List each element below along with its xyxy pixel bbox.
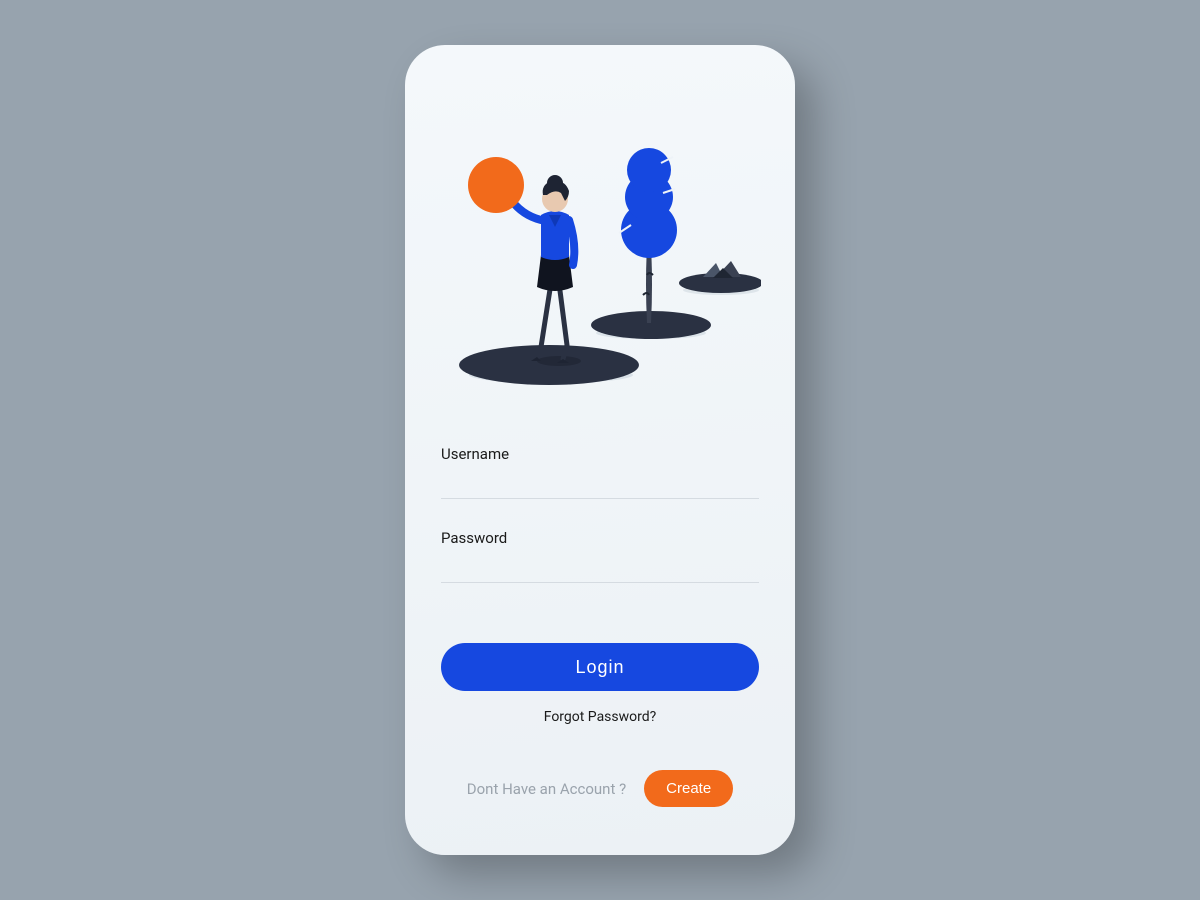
username-group: Username [441, 445, 759, 499]
password-group: Password [441, 529, 759, 583]
password-input[interactable] [441, 553, 759, 583]
hero-illustration [441, 115, 761, 385]
spacer [441, 725, 759, 770]
login-screen: Username Password Login Forgot Password?… [405, 45, 795, 855]
password-label: Password [441, 529, 759, 547]
username-input[interactable] [441, 469, 759, 499]
login-button[interactable]: Login [441, 643, 759, 691]
create-account-button[interactable]: Create [644, 770, 733, 807]
forgot-password-link[interactable]: Forgot Password? [441, 709, 759, 725]
no-account-label: Dont Have an Account ? [467, 780, 626, 798]
username-label: Username [441, 445, 759, 463]
signup-row: Dont Have an Account ? Create [441, 770, 759, 815]
